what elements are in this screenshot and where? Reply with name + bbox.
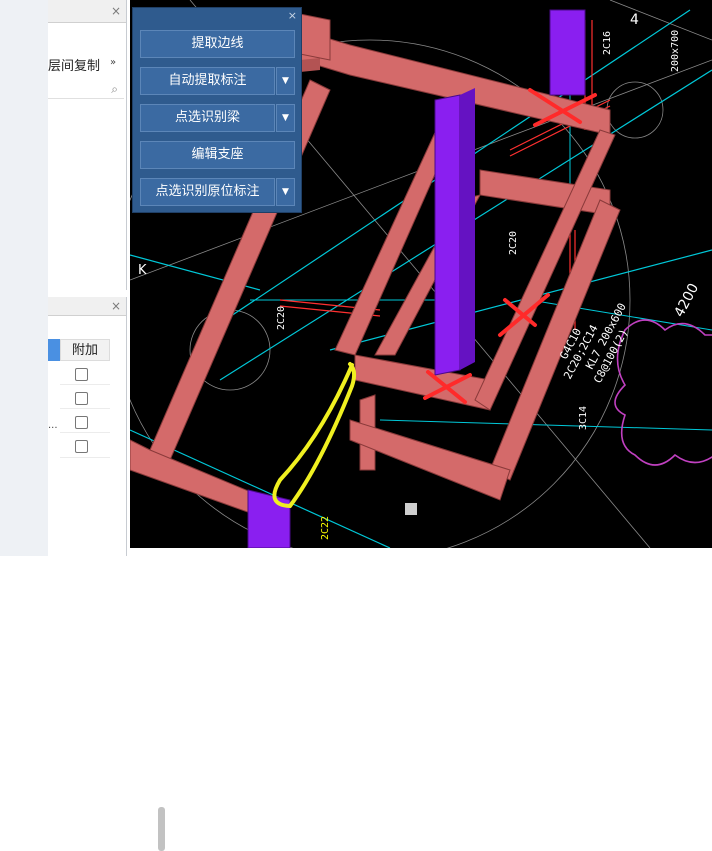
- axis-line: [379, 419, 712, 431]
- search-icon[interactable]: ⌕: [111, 82, 118, 97]
- additional-checkbox[interactable]: [75, 368, 88, 381]
- edit-support-button[interactable]: 编辑支座: [140, 141, 295, 169]
- additional-checkbox[interactable]: [75, 416, 88, 429]
- panel-header: ×: [48, 297, 126, 316]
- column: [247, 489, 291, 548]
- row-divider: [60, 457, 110, 458]
- axis-label: K: [138, 263, 147, 278]
- axis-label: 4: [630, 12, 639, 28]
- chevron-down-icon[interactable]: ▼: [276, 104, 295, 132]
- row-divider: [60, 432, 110, 433]
- expand-more-icon[interactable]: »: [110, 57, 116, 68]
- column-face: [460, 88, 475, 370]
- beam-recognition-toolbar: × 提取边线 自动提取标注 ▼ 点选识别梁 ▼ 编辑支座 点选识别原位标注 ▼: [132, 7, 302, 213]
- row-divider: [60, 408, 110, 409]
- column: [549, 9, 586, 96]
- panel-header: ×: [48, 0, 126, 23]
- pick-recognize-beam-button[interactable]: 点选识别梁: [140, 104, 275, 132]
- auto-extract-annotation-button[interactable]: 自动提取标注: [140, 67, 275, 95]
- truncated-text: ...: [48, 420, 58, 431]
- beam-annotation: 3C14: [578, 406, 589, 430]
- close-icon[interactable]: ×: [111, 300, 121, 312]
- row-divider: [60, 384, 110, 385]
- beam-annotation: 200x700: [670, 30, 681, 72]
- chevron-down-icon[interactable]: ▼: [276, 67, 295, 95]
- grid-line: [609, 0, 712, 41]
- additional-checkbox[interactable]: [75, 392, 88, 405]
- selected-cell[interactable]: [48, 339, 60, 361]
- beam-annotation: 2C16: [602, 31, 613, 55]
- layer-copy-menu-item[interactable]: 层间复制: [48, 55, 100, 74]
- node-marker: [405, 503, 417, 515]
- column-header-additional: 附加: [60, 339, 110, 361]
- beam-annotation: 2C22: [320, 516, 331, 540]
- close-icon[interactable]: ×: [111, 5, 121, 17]
- app-left-strip: [0, 0, 48, 556]
- additional-checkbox[interactable]: [75, 440, 88, 453]
- layer-copy-panel: × 层间复制 » ⌕: [48, 0, 165, 290]
- dimension-label: 4200: [671, 281, 702, 320]
- beam-face: [300, 58, 320, 72]
- beam-annotation: 2C20: [508, 231, 519, 255]
- scrollbar-thumb[interactable]: [158, 807, 165, 851]
- pick-recognize-in-situ-annotation-button[interactable]: 点选识别原位标注: [140, 178, 275, 206]
- revision-cloud: [614, 319, 712, 466]
- grid-circle: [606, 81, 664, 139]
- close-icon[interactable]: ×: [288, 9, 297, 22]
- beam-annotation: 2C20: [276, 306, 287, 330]
- highlight-loop: [272, 362, 357, 509]
- extract-edge-button[interactable]: 提取边线: [140, 30, 295, 58]
- chevron-down-icon[interactable]: ▼: [276, 178, 295, 206]
- viewport-bottom-border: [130, 548, 712, 556]
- column: [434, 94, 461, 376]
- attribute-panel: × 附加: [48, 297, 165, 851]
